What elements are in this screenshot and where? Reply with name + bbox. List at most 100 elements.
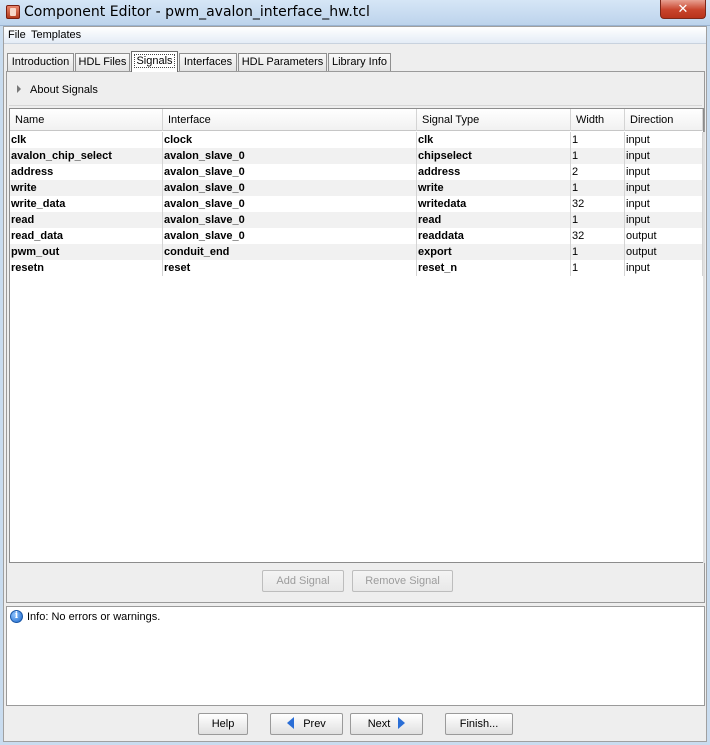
about-signals-toggle[interactable]: About Signals — [17, 84, 98, 96]
cell-direction[interactable]: input — [625, 212, 703, 228]
cell-interface[interactable]: clock — [163, 132, 417, 148]
cell-signal-type[interactable]: readdata — [417, 228, 571, 244]
next-label: Next — [367, 718, 391, 730]
table-row[interactable]: address avalon_slave_0 address 2 input — [10, 164, 703, 180]
table-scroll-track[interactable] — [703, 132, 705, 563]
cell-name[interactable]: pwm_out — [10, 244, 163, 260]
window-title: Component Editor - pwm_avalon_interface_… — [24, 4, 370, 20]
table-row[interactable]: avalon_chip_select avalon_slave_0 chipse… — [10, 148, 703, 164]
cell-name[interactable]: read — [10, 212, 163, 228]
tab-label: Signals — [134, 54, 175, 68]
table-row[interactable]: read_data avalon_slave_0 readdata 32 out… — [10, 228, 703, 244]
tab-signals[interactable]: Signals — [131, 51, 178, 72]
cell-interface[interactable]: avalon_slave_0 — [163, 196, 417, 212]
cell-interface[interactable]: conduit_end — [163, 244, 417, 260]
prev-button[interactable]: Prev — [270, 713, 343, 735]
cell-signal-type[interactable]: export — [417, 244, 571, 260]
tab-hdl-files[interactable]: HDL Files — [75, 53, 130, 71]
finish-button[interactable]: Finish... — [445, 713, 513, 735]
cell-signal-type[interactable]: read — [417, 212, 571, 228]
signals-panel: About Signals Name Interface Signal Type… — [6, 71, 705, 603]
cell-direction[interactable]: input — [625, 196, 703, 212]
cell-width[interactable]: 1 — [571, 148, 625, 164]
cell-direction[interactable]: input — [625, 148, 703, 164]
cell-name[interactable]: clk — [10, 132, 163, 148]
cell-width[interactable]: 32 — [571, 196, 625, 212]
info-message: Info: No errors or warnings. — [27, 611, 161, 623]
cell-name[interactable]: address — [10, 164, 163, 180]
tab-interfaces[interactable]: Interfaces — [179, 53, 237, 71]
table-header: Name Interface Signal Type Width Directi… — [10, 109, 703, 131]
table-body: clk clock clk 1 input avalon_chip_select… — [10, 132, 703, 276]
cell-direction[interactable]: output — [625, 228, 703, 244]
column-header-signal-type[interactable]: Signal Type — [417, 109, 571, 131]
message-panel: i Info: No errors or warnings. — [6, 606, 705, 706]
tab-introduction[interactable]: Introduction — [7, 53, 74, 71]
expand-triangle-icon — [17, 85, 21, 93]
cell-name[interactable]: resetn — [10, 260, 163, 276]
tab-label: HDL Files — [78, 56, 127, 68]
cell-width[interactable]: 1 — [571, 260, 625, 276]
cell-name[interactable]: write — [10, 180, 163, 196]
column-header-name[interactable]: Name — [10, 109, 163, 131]
column-header-direction[interactable]: Direction — [625, 109, 703, 131]
cell-signal-type[interactable]: chipselect — [417, 148, 571, 164]
add-signal-button[interactable]: Add Signal — [262, 570, 344, 592]
cell-width[interactable]: 1 — [571, 244, 625, 260]
table-row[interactable]: write_data avalon_slave_0 writedata 32 i… — [10, 196, 703, 212]
signals-table: Name Interface Signal Type Width Directi… — [9, 108, 705, 563]
cell-signal-type[interactable]: address — [417, 164, 571, 180]
divider — [9, 105, 702, 106]
tab-library-info[interactable]: Library Info — [328, 53, 391, 71]
table-row[interactable]: read avalon_slave_0 read 1 input — [10, 212, 703, 228]
title-bar: Component Editor - pwm_avalon_interface_… — [0, 0, 710, 26]
arrow-left-icon — [287, 717, 295, 729]
close-button[interactable]: ✕ — [660, 0, 706, 19]
cell-width[interactable]: 32 — [571, 228, 625, 244]
cell-name[interactable]: write_data — [10, 196, 163, 212]
help-button[interactable]: Help — [198, 713, 248, 735]
table-row[interactable]: resetn reset reset_n 1 input — [10, 260, 703, 276]
cell-signal-type[interactable]: reset_n — [417, 260, 571, 276]
info-icon: i — [10, 610, 23, 623]
cell-width[interactable]: 1 — [571, 132, 625, 148]
tab-label: Introduction — [11, 56, 70, 68]
cell-interface[interactable]: avalon_slave_0 — [163, 212, 417, 228]
cell-direction[interactable]: input — [625, 132, 703, 148]
about-signals-label: About Signals — [30, 84, 98, 96]
cell-interface[interactable]: avalon_slave_0 — [163, 228, 417, 244]
column-header-interface[interactable]: Interface — [163, 109, 417, 131]
cell-interface[interactable]: reset — [163, 260, 417, 276]
cell-direction[interactable]: input — [625, 260, 703, 276]
cell-name[interactable]: read_data — [10, 228, 163, 244]
menu-templates[interactable]: Templates — [31, 29, 81, 41]
cell-interface[interactable]: avalon_slave_0 — [163, 180, 417, 196]
cell-width[interactable]: 1 — [571, 180, 625, 196]
cell-width[interactable]: 1 — [571, 212, 625, 228]
cell-signal-type[interactable]: clk — [417, 132, 571, 148]
cell-direction[interactable]: input — [625, 180, 703, 196]
cell-width[interactable]: 2 — [571, 164, 625, 180]
menu-file[interactable]: File — [8, 29, 26, 41]
menu-bar: File Templates — [4, 27, 706, 44]
cell-name[interactable]: avalon_chip_select — [10, 148, 163, 164]
cell-direction[interactable]: output — [625, 244, 703, 260]
tab-label: Interfaces — [183, 56, 233, 68]
table-row[interactable]: write avalon_slave_0 write 1 input — [10, 180, 703, 196]
cell-interface[interactable]: avalon_slave_0 — [163, 164, 417, 180]
table-row[interactable]: pwm_out conduit_end export 1 output — [10, 244, 703, 260]
cell-interface[interactable]: avalon_slave_0 — [163, 148, 417, 164]
app-icon — [6, 5, 20, 19]
table-row[interactable]: clk clock clk 1 input — [10, 132, 703, 148]
cell-direction[interactable]: input — [625, 164, 703, 180]
remove-signal-button[interactable]: Remove Signal — [352, 570, 453, 592]
arrow-right-icon — [398, 717, 406, 729]
editor-frame: File Templates Introduction HDL Files Si… — [3, 26, 707, 742]
tab-label: Library Info — [331, 56, 388, 68]
tab-hdl-parameters[interactable]: HDL Parameters — [238, 53, 327, 71]
column-header-width[interactable]: Width — [571, 109, 625, 131]
cell-signal-type[interactable]: write — [417, 180, 571, 196]
next-button[interactable]: Next — [350, 713, 423, 735]
cell-signal-type[interactable]: writedata — [417, 196, 571, 212]
prev-label: Prev — [303, 718, 326, 730]
